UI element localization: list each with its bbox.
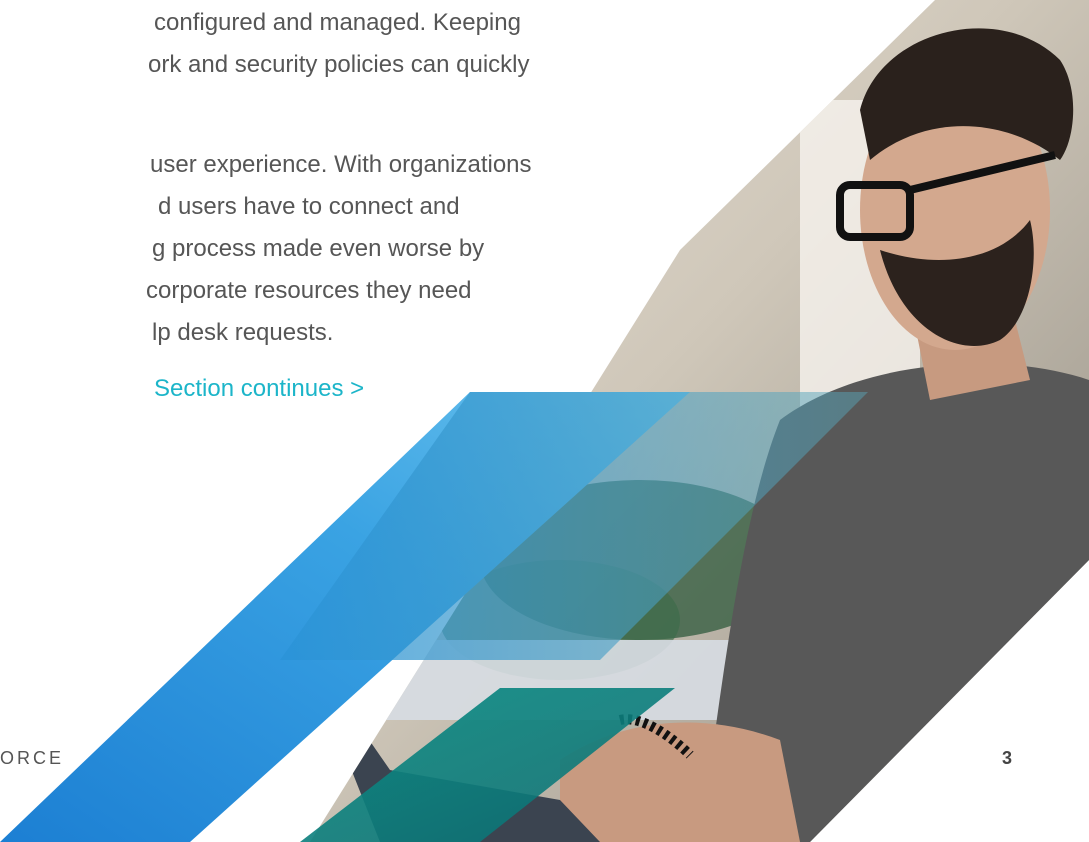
body-line: d users have to connect and	[158, 193, 460, 220]
section-continues-link[interactable]: Section continues >	[154, 375, 364, 403]
body-line: lp desk requests.	[152, 319, 334, 346]
body-text: configured and managed. Keeping ork and …	[0, 0, 560, 380]
brochure-page: configured and managed. Keeping ork and …	[0, 0, 1089, 842]
body-line: user experience. With organizations	[150, 151, 532, 178]
body-line: corporate resources they need	[146, 277, 472, 304]
page-number: 3	[1002, 748, 1013, 768]
body-line: g process made even worse by	[152, 235, 485, 262]
body-line: ork and security policies can quickly	[148, 51, 530, 78]
footer-label: ORCE	[0, 748, 65, 768]
body-line: configured and managed. Keeping	[154, 9, 521, 36]
